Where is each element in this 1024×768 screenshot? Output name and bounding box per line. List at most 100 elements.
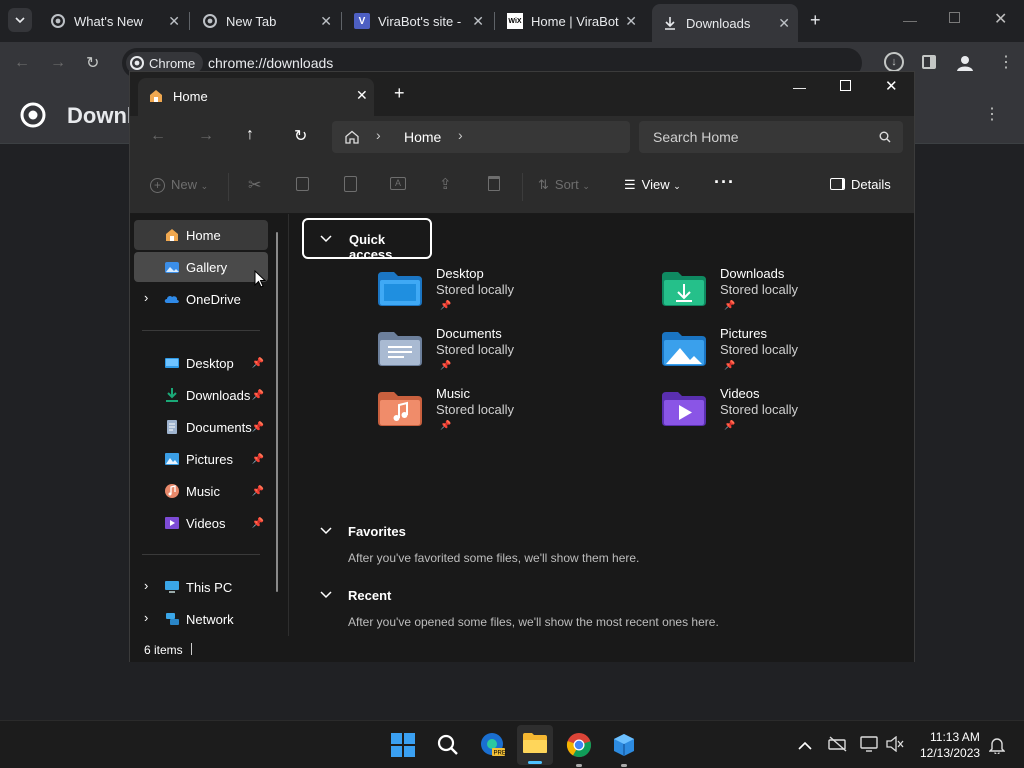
chrome-menu-icon[interactable]: ⋮	[998, 52, 1014, 72]
pane-divider[interactable]	[288, 214, 289, 636]
chrome-tab-new-tab[interactable]: New Tab ✕	[192, 6, 340, 36]
nav-scrollbar[interactable]	[276, 232, 278, 592]
downloads-toolbar-icon[interactable]: ↓	[884, 52, 904, 72]
monitor-icon[interactable]	[860, 736, 878, 757]
chevron-right-icon[interactable]: ›	[144, 610, 148, 625]
address-box[interactable]: › Home ›	[332, 121, 630, 153]
nav-item-music[interactable]: Music 📌	[134, 476, 268, 506]
share-icon[interactable]: ⇪	[439, 175, 452, 193]
delete-icon[interactable]	[488, 176, 500, 191]
running-indicator	[576, 764, 582, 767]
page-menu-icon[interactable]: ⋮	[984, 104, 1000, 124]
url-text[interactable]: chrome://downloads	[208, 55, 333, 71]
close-tab-icon[interactable]: ✕	[472, 13, 484, 30]
refresh-icon[interactable]: ↻	[294, 126, 307, 146]
nav-item-onedrive[interactable]: › OneDrive	[134, 284, 268, 314]
nav-item-videos[interactable]: Videos 📌	[134, 508, 268, 538]
favorites-header[interactable]: Favorites	[320, 524, 440, 542]
pin-icon: 📌	[440, 300, 452, 310]
recent-header[interactable]: Recent	[320, 588, 440, 606]
new-tab-button[interactable]: +	[810, 10, 821, 31]
clock-date[interactable]: 12/13/2023	[920, 746, 980, 760]
nav-item-downloads[interactable]: Downloads 📌	[134, 380, 268, 410]
tab-title: Downloads	[686, 15, 751, 31]
close-tab-icon[interactable]: ✕	[778, 15, 790, 32]
close-tab-icon[interactable]: ✕	[320, 13, 332, 30]
svg-text:PRE: PRE	[494, 751, 506, 757]
item-count: 6 items	[144, 643, 183, 657]
restore-icon[interactable]	[949, 12, 960, 23]
chevron-up-icon[interactable]	[798, 738, 812, 756]
rename-icon[interactable]: A	[390, 177, 406, 190]
cut-icon[interactable]: ✂	[248, 175, 261, 195]
section-title: Quick access	[349, 232, 393, 262]
nav-item-home[interactable]: Home	[134, 220, 268, 250]
view-button[interactable]: ☰ View ⌄	[624, 177, 681, 193]
chrome-tab-virabot-site[interactable]: V ViraBot's site - ✕	[344, 6, 492, 36]
nav-item-gallery[interactable]: Gallery	[134, 252, 268, 282]
nav-item-pictures[interactable]: Pictures 📌	[134, 444, 268, 474]
forward-icon[interactable]: →	[50, 54, 66, 72]
downloads-folder-icon	[166, 388, 178, 402]
quick-access-header[interactable]: Quick access	[302, 218, 432, 262]
edge-preview-icon[interactable]: PRE	[480, 732, 506, 763]
breadcrumb-home[interactable]: Home	[404, 129, 441, 145]
chrome-tab-home-virabot[interactable]: WiX Home | ViraBot ✕	[497, 6, 645, 36]
chrome-tab-whats-new[interactable]: What's New ✕	[40, 6, 188, 36]
close-tab-icon[interactable]: ✕	[625, 13, 637, 30]
quick-access-music[interactable]: Music Stored locally 📌	[378, 386, 638, 442]
search-box[interactable]: Search Home	[639, 121, 903, 153]
search-input[interactable]: Search Home	[653, 129, 739, 145]
forward-icon[interactable]: →	[198, 127, 214, 145]
nav-label: This PC	[186, 579, 233, 595]
close-window-icon[interactable]: ✕	[885, 77, 898, 95]
pictures-folder-icon	[165, 453, 179, 465]
close-window-icon[interactable]: ✕	[994, 9, 1007, 29]
search-icon[interactable]	[436, 733, 460, 762]
explorer-tab-home[interactable]: Home ✕	[138, 78, 374, 116]
reload-icon[interactable]: ↻	[86, 53, 99, 73]
nav-divider	[142, 554, 260, 555]
chevron-right-icon[interactable]: ›	[144, 578, 148, 593]
minimize-icon[interactable]: —	[903, 12, 917, 28]
quick-access-downloads[interactable]: Downloads Stored locally 📌	[662, 266, 922, 322]
chevron-right-icon[interactable]: ›	[144, 290, 148, 305]
pin-icon: 📌	[724, 300, 736, 310]
windows-start-icon[interactable]	[391, 733, 415, 757]
minimize-icon[interactable]: —	[793, 80, 806, 95]
sort-button[interactable]: ⇅ Sort ⌄	[538, 177, 590, 193]
copy-icon[interactable]	[296, 177, 309, 191]
more-options-icon[interactable]: ···	[714, 172, 735, 193]
back-icon[interactable]: ←	[150, 127, 166, 145]
drive-offline-icon[interactable]	[828, 736, 848, 757]
volume-muted-icon[interactable]	[886, 735, 904, 757]
chrome-tab-downloads[interactable]: Downloads ✕	[652, 4, 798, 42]
maximize-icon[interactable]	[840, 80, 851, 91]
side-panel-icon[interactable]	[922, 55, 936, 69]
chevron-right-icon[interactable]: ›	[458, 127, 463, 143]
quick-access-videos[interactable]: Videos Stored locally 📌	[662, 386, 922, 442]
quick-access-desktop[interactable]: Desktop Stored locally 📌	[378, 266, 638, 322]
clock-time[interactable]: 11:13 AM	[930, 730, 980, 744]
new-button[interactable]: + New ⌄	[150, 177, 208, 193]
app-cube-taskbar-icon[interactable]	[611, 732, 637, 767]
close-tab-icon[interactable]: ✕	[168, 13, 180, 30]
back-icon[interactable]: ←	[14, 54, 30, 72]
paste-icon[interactable]	[344, 176, 357, 192]
up-icon[interactable]: ↑	[246, 126, 254, 144]
item-name: Music	[436, 386, 470, 401]
close-tab-icon[interactable]: ✕	[356, 87, 368, 104]
nav-item-documents[interactable]: Documents 📌	[134, 412, 268, 442]
details-button[interactable]: Details	[830, 177, 891, 192]
notification-bell-icon[interactable]	[988, 736, 1006, 759]
chrome-taskbar-icon[interactable]	[566, 732, 592, 767]
nav-item-this-pc[interactable]: › This PC	[134, 572, 268, 602]
file-explorer-taskbar-icon[interactable]	[517, 725, 553, 765]
quick-access-pictures[interactable]: Pictures Stored locally 📌	[662, 326, 922, 382]
new-tab-button[interactable]: +	[394, 83, 405, 104]
tab-search-button[interactable]	[8, 8, 32, 32]
nav-item-network[interactable]: › Network	[134, 604, 268, 634]
profile-icon[interactable]	[956, 54, 974, 72]
quick-access-documents[interactable]: Documents Stored locally 📌	[378, 326, 638, 382]
nav-item-desktop[interactable]: Desktop 📌	[134, 348, 268, 378]
